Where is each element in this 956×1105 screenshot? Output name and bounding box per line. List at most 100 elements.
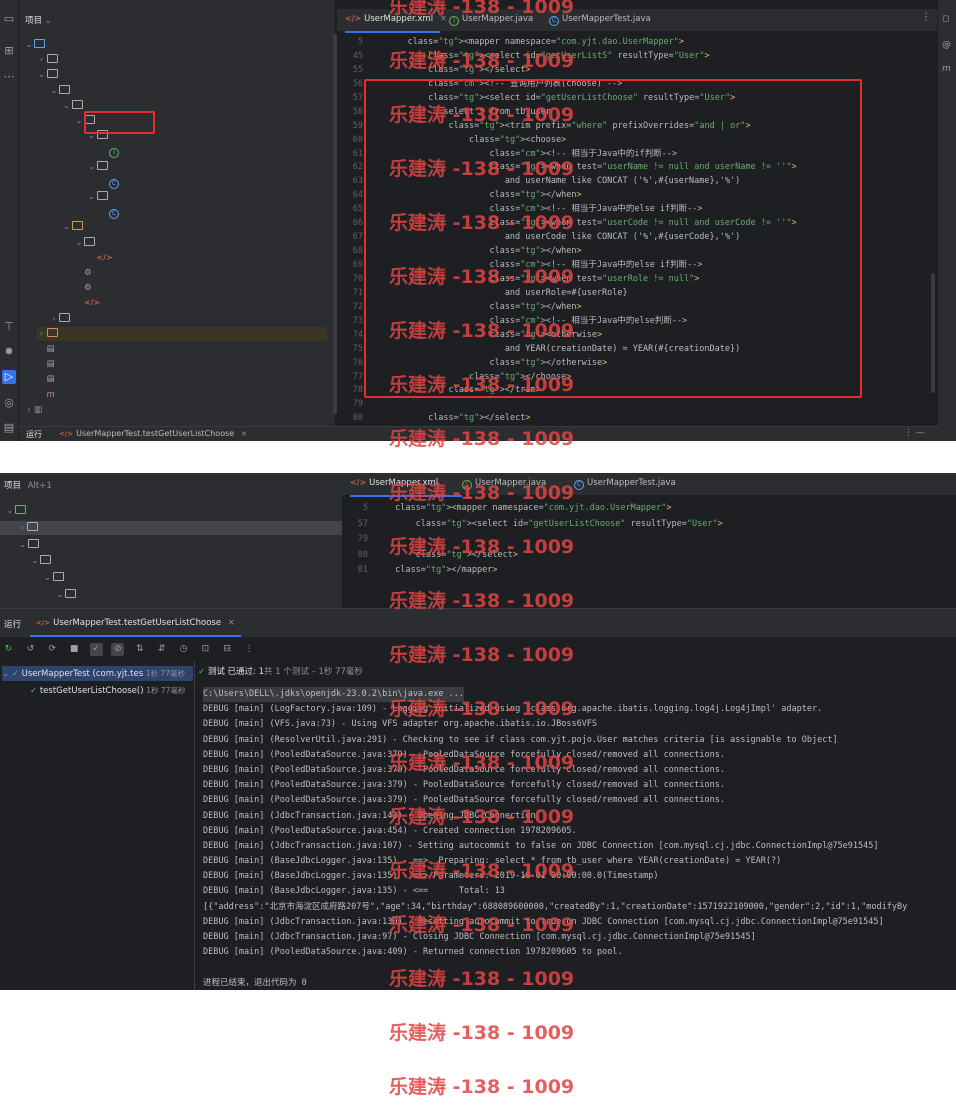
chevron-icon[interactable]: ⌄ [55,588,65,602]
screenshot-icon[interactable]: ⊡ [199,643,212,656]
line-number: 76 [352,357,363,368]
run-label[interactable]: 运行 [26,429,42,440]
tree-item[interactable]: ⌄ [49,84,73,98]
services-icon[interactable]: ◎ [2,396,16,410]
more-options-icon[interactable]: ⋮ [921,12,931,23]
rerun-icon[interactable]: ↻ [2,643,15,656]
console-line: DEBUG [main] (ResolverUtil.java:291) - C… [203,734,838,745]
line-number: 79 [357,534,368,544]
tree-item[interactable]: ▤ [37,372,58,386]
line-number: 5 [357,37,363,47]
tree-item[interactable]: m [37,388,58,402]
chevron-icon[interactable]: › [37,327,47,341]
toggle-auto-test-icon[interactable]: ⟳ [46,643,59,656]
tree-item[interactable]: ⌄ [87,160,111,174]
chevron-icon[interactable]: ⌄ [62,220,72,234]
close-icon[interactable]: × [228,618,235,628]
tab-usermappertest-java[interactable]: C UserMapperTest.java [574,473,676,495]
history-icon[interactable]: ◷ [177,643,190,656]
tree-item[interactable]: ⌄ [5,504,29,518]
code-line[interactable]: class="tg"></mapper> [390,563,723,579]
tree-item[interactable]: I [99,144,122,159]
tree-item[interactable]: </> [87,251,116,265]
tree-item[interactable]: C [99,205,122,220]
tree-item[interactable]: › [37,53,61,67]
code-line[interactable] [382,398,797,412]
tree-item[interactable]: ⌄ [18,538,42,552]
test-tree-root[interactable]: ⌄ ✓ UserMapperTest (com.yjt.tes 1秒 77毫秒 [2,666,193,681]
chevron-icon[interactable]: ⌄ [5,504,15,518]
ai-assistant-icon[interactable]: @ [942,40,951,50]
tree-item[interactable]: ⌄ [62,99,86,113]
chevron-icon[interactable]: ⌄ [74,114,84,128]
code-line[interactable]: class="tg"><select id="getUserListChoose… [390,517,723,533]
tree-item[interactable]: ⌄ [74,236,98,250]
console-output[interactable]: C:\Users\DELL\.jdks\openjdk-23.0.2\bin\j… [203,687,956,990]
folder-icon[interactable]: ▭ [2,12,16,26]
export-icon[interactable]: ⊟ [221,643,234,656]
run-label[interactable]: 运行 [4,618,21,630]
project-label[interactable]: 项目 [25,16,42,26]
run-tab[interactable]: </> UserMapperTest.testGetUserListChoose … [30,611,241,637]
project-label[interactable]: 项目 [4,481,21,491]
terminal-icon[interactable]: ▤ [2,421,16,435]
more-options-icon[interactable]: ⋮ — [904,428,925,438]
maven-icon[interactable]: m [942,64,951,74]
console-line: DEBUG [main] (JdbcTransaction.java:107) … [203,840,879,851]
tree-item[interactable]: ⚙ [74,281,95,295]
watermark-text: 乐建涛 -138 - 1009 [389,158,575,180]
chevron-icon[interactable]: ⌄ [62,99,72,113]
tree-item[interactable]: ⌄ [30,554,54,568]
rerun-failed-icon[interactable]: ↺ [24,643,37,656]
chevron-icon[interactable]: ⌄ [30,554,40,568]
tree-item[interactable]: ⌄ [24,38,48,52]
test-tree-item[interactable]: ✓ testGetUserListChoose() 1秒 77毫秒 [30,683,185,699]
chevron-icon[interactable]: ⌄ [49,84,59,98]
chevron-down-icon[interactable]: ⌄ [2,669,12,679]
notifications-icon[interactable]: ◻ [942,14,949,24]
structure-icon[interactable]: ⊞ [2,44,16,58]
chevron-icon[interactable]: › [24,403,34,417]
chevron-icon[interactable]: ⌄ [87,160,97,174]
show-ignored-icon[interactable]: ⊘ [111,643,125,656]
chevron-icon[interactable]: ⌄ [24,38,34,52]
editor-scrollbar[interactable] [931,273,935,393]
tree-item[interactable]: › [0,520,347,535]
close-icon[interactable]: × [241,429,248,438]
run-tab[interactable]: </> UserMapperTest.testGetUserListChoose … [59,429,247,438]
build-icon[interactable]: ⊤ [2,320,16,334]
chevron-icon[interactable]: ⌄ [74,236,84,250]
tree-item[interactable]: › [36,326,327,341]
show-passed-icon[interactable]: ✓ [89,643,103,656]
sort-duration-icon[interactable]: ⇵ [155,643,168,656]
tree-item[interactable]: › [49,312,73,326]
chevron-icon[interactable]: ⌄ [37,68,47,82]
library-icon: ▥ [34,404,43,415]
more-icon[interactable]: ⋯ [2,70,16,84]
debug-icon[interactable]: ✹ [2,345,16,359]
tree-item[interactable]: ⌄ [55,588,79,602]
tree-item[interactable]: ⌄ [37,68,61,82]
tree-item[interactable]: ⚙ [74,266,95,280]
stop-icon[interactable]: ■ [68,643,81,656]
run-icon[interactable]: ▷ [2,370,16,384]
tree-item[interactable]: </> [74,296,103,310]
tree-item[interactable]: ⌄ [62,220,86,234]
chevron-icon[interactable]: › [17,521,27,535]
chevron-icon[interactable]: › [37,53,47,67]
tree-item[interactable]: C [99,175,122,189]
test-tree-panel: ⌄ ✓ UserMapperTest (com.yjt.tes 1秒 77毫秒 … [0,661,195,990]
tree-item[interactable]: ▤ [37,342,58,356]
more-options-icon[interactable]: ⋮ [243,643,256,656]
chevron-icon[interactable]: ⌄ [18,538,28,552]
tree-item[interactable]: ⌄ [87,190,111,204]
chevron-icon[interactable]: ⌄ [43,571,53,585]
chevron-down-icon[interactable]: ⌄ [45,16,52,26]
line-number: 70 [352,273,363,284]
tree-item[interactable]: ⌄ [43,571,67,585]
tree-item[interactable]: › ▥ [24,403,45,417]
sort-icon[interactable]: ⇅ [133,643,146,656]
tree-item[interactable]: ▤ [37,357,58,371]
chevron-icon[interactable]: › [49,312,59,326]
chevron-icon[interactable]: ⌄ [87,190,97,204]
